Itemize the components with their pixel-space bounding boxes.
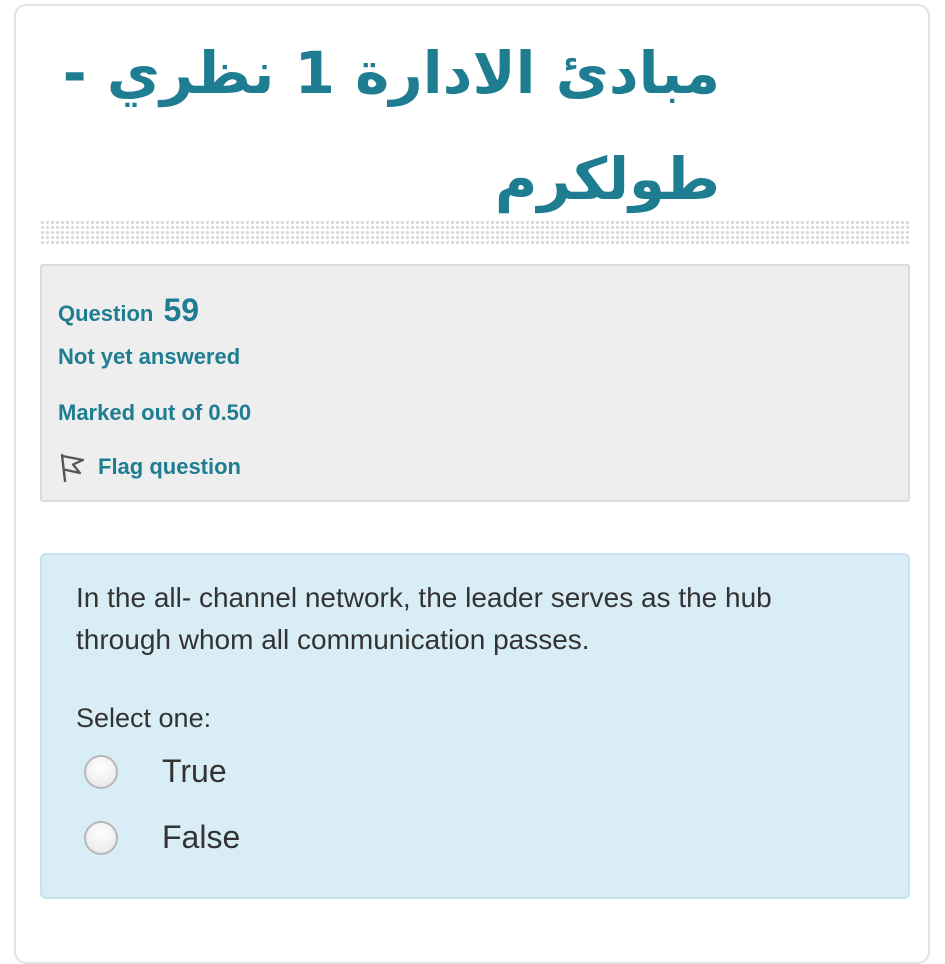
question-text: In the all- channel network, the leader … <box>76 582 772 655</box>
course-title: مبادئ الادارة 1 نظري - طولكرم <box>62 39 720 213</box>
option-true-label[interactable]: True <box>162 753 227 790</box>
radio-true[interactable] <box>84 754 118 789</box>
select-one-label: Select one: <box>76 703 212 733</box>
flag-question-label: Flag question <box>98 454 241 479</box>
answer-status: Not yet answered <box>58 344 241 369</box>
question-content-panel: In the all- channel network, the leader … <box>40 553 910 899</box>
option-false[interactable]: False <box>84 819 240 856</box>
dotted-divider <box>40 220 910 244</box>
option-true[interactable]: True <box>84 753 227 790</box>
flag-icon <box>60 453 85 482</box>
flag-question-button[interactable]: Flag question <box>60 452 241 482</box>
question-number-label: Question 59 <box>58 292 199 329</box>
question-number: 59 <box>163 292 200 328</box>
question-info-panel: Question 59 Not yet answered Marked out … <box>40 264 910 502</box>
question-mark: Marked out of 0.50 <box>58 400 252 425</box>
option-false-label[interactable]: False <box>162 819 240 856</box>
question-card: مبادئ الادارة 1 نظري - طولكرم Question 5… <box>14 4 930 964</box>
question-label: Question <box>58 301 154 326</box>
radio-false[interactable] <box>84 820 118 855</box>
